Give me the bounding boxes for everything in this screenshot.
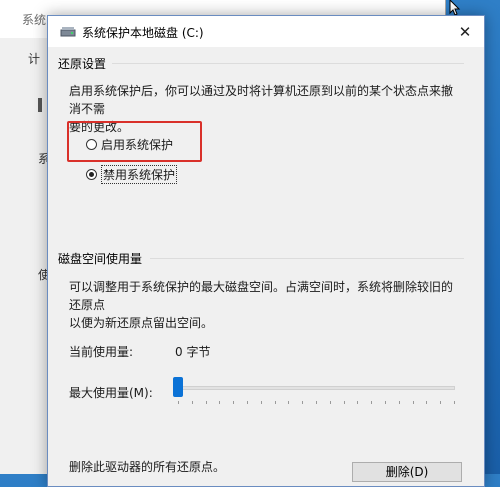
slider-tick — [344, 401, 345, 404]
slider-tick — [288, 401, 289, 404]
delete-restore-points-text: 删除此驱动器的所有还原点。 — [69, 460, 226, 474]
slider-tick — [357, 401, 358, 404]
mouse-cursor-icon — [449, 0, 461, 16]
slider-tick — [302, 401, 303, 404]
background-tab[interactable]: 计 — [28, 50, 40, 67]
max-usage-slider-thumb[interactable] — [173, 377, 183, 397]
slider-tick — [247, 401, 248, 404]
dialog-title: 系统保护本地磁盘 (C:) — [82, 26, 204, 40]
slider-tick — [219, 401, 220, 404]
slider-tick — [178, 401, 179, 404]
current-usage-label: 当前使用量: — [69, 345, 134, 359]
slider-tick — [413, 401, 414, 404]
restore-settings-heading: 还原设置 — [58, 57, 107, 71]
slider-tick — [192, 401, 193, 404]
disk-usage-description: 可以调整用于系统保护的最大磁盘空间。占满空间时，系统将删除较旧的还原点 以便为新… — [69, 278, 461, 332]
slider-tick — [454, 401, 455, 404]
restore-settings-divider — [112, 63, 464, 64]
enable-protection-radio[interactable] — [86, 139, 97, 150]
enable-protection-option[interactable]: 启用系统保护 — [86, 136, 173, 153]
slider-tick — [275, 401, 276, 404]
slider-ticks — [178, 401, 455, 405]
disk-usage-heading: 磁盘空间使用量 — [58, 252, 143, 266]
slider-tick — [233, 401, 234, 404]
disk-usage-divider — [150, 258, 464, 259]
background-window-title: 系统 — [22, 13, 47, 27]
slider-tick — [206, 401, 207, 404]
disk-description-line-2: 以便为新还原点留出空间。 — [69, 316, 214, 330]
delete-button[interactable]: 删除(D) — [352, 462, 462, 482]
disable-protection-option[interactable]: 禁用系统保护 — [86, 165, 178, 184]
slider-tick — [261, 401, 262, 404]
drive-icon — [60, 27, 76, 37]
close-icon: ✕ — [458, 22, 472, 41]
slider-tick — [330, 401, 331, 404]
max-usage-slider-track[interactable] — [178, 386, 455, 390]
restore-description-line-1: 启用系统保护后，你可以通过及时将计算机还原到以前的某个状态点来撤消不需 — [69, 84, 454, 116]
dialog-titlebar[interactable]: 系统保护本地磁盘 (C:) ✕ — [48, 16, 484, 47]
slider-tick — [316, 401, 317, 404]
slider-tick — [399, 401, 400, 404]
enable-protection-label: 启用系统保护 — [101, 138, 174, 152]
slider-tick — [385, 401, 386, 404]
disable-protection-label: 禁用系统保护 — [101, 165, 178, 184]
slider-tick — [371, 401, 372, 404]
slider-tick — [440, 401, 441, 404]
disk-description-line-1: 可以调整用于系统保护的最大磁盘空间。占满空间时，系统将删除较旧的还原点 — [69, 280, 454, 312]
current-usage-value: 0 字节 — [175, 345, 211, 359]
max-usage-label: 最大使用量(M): — [69, 386, 153, 400]
slider-tick — [426, 401, 427, 404]
disable-protection-radio[interactable] — [86, 169, 97, 180]
background-divider — [38, 98, 42, 112]
close-button[interactable]: ✕ — [446, 16, 484, 47]
